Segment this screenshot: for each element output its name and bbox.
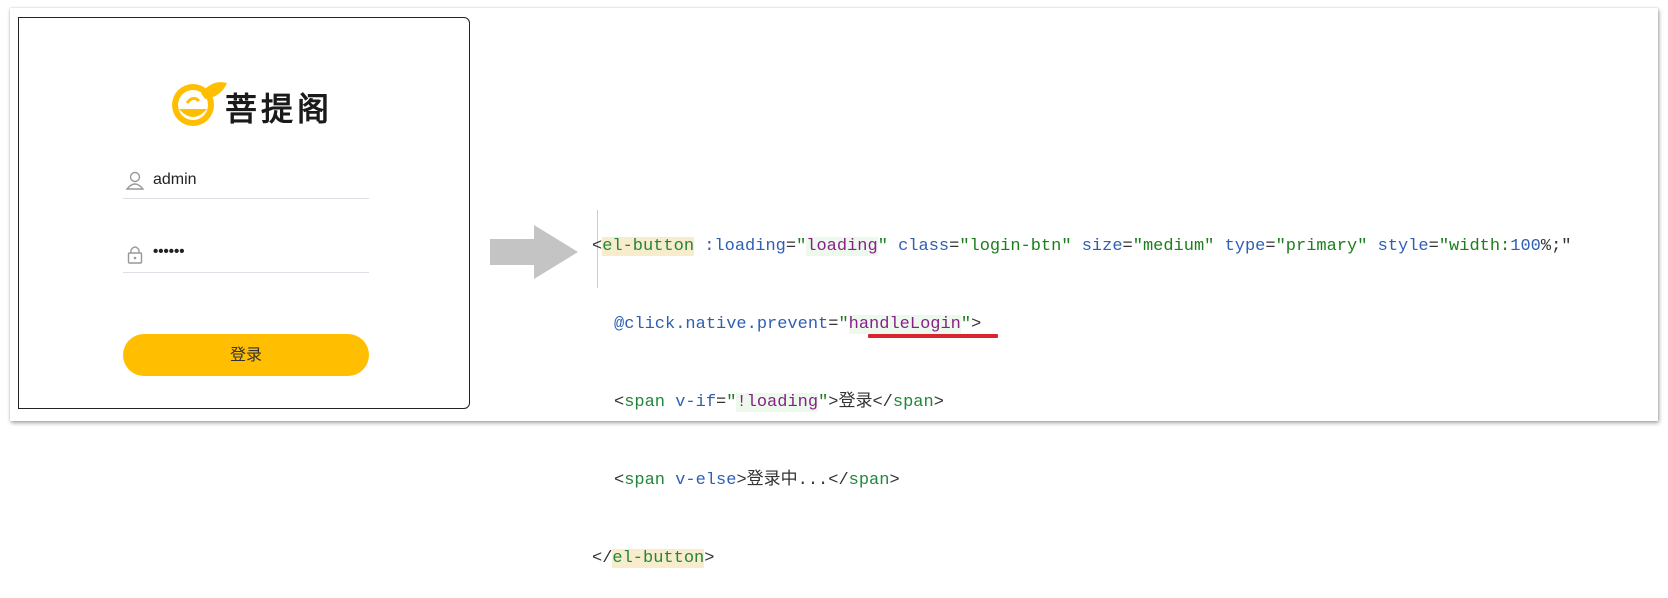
login-button[interactable]: 登录	[123, 334, 369, 376]
brand-name: 菩提阁	[225, 90, 334, 128]
code-line-3: <span v-if="!loading">登录</span>	[614, 393, 944, 412]
username-value[interactable]: admin	[153, 171, 197, 189]
arrow-right-icon	[490, 225, 578, 279]
login-panel: 菩提阁 admin •••••• 登录	[18, 17, 470, 409]
tag-name: el-button	[602, 237, 695, 256]
handle-login-value: handleLogin	[848, 315, 961, 334]
code-line-4: <span v-else>登录中...</span>	[614, 471, 900, 490]
password-value[interactable]: ••••••	[153, 243, 185, 260]
red-underline	[868, 334, 998, 338]
user-icon	[125, 171, 145, 190]
code-block: <el-button :loading="loading" class="log…	[592, 182, 1571, 598]
password-field[interactable]: ••••••	[123, 238, 369, 273]
lock-icon	[127, 246, 143, 264]
code-line-1: <el-button :loading="loading" class="log…	[592, 237, 1572, 256]
code-line-5: </el-button>	[592, 549, 715, 568]
username-field[interactable]: admin	[123, 164, 369, 199]
code-line-2: @click.native.prevent="handleLogin">	[592, 312, 1571, 338]
